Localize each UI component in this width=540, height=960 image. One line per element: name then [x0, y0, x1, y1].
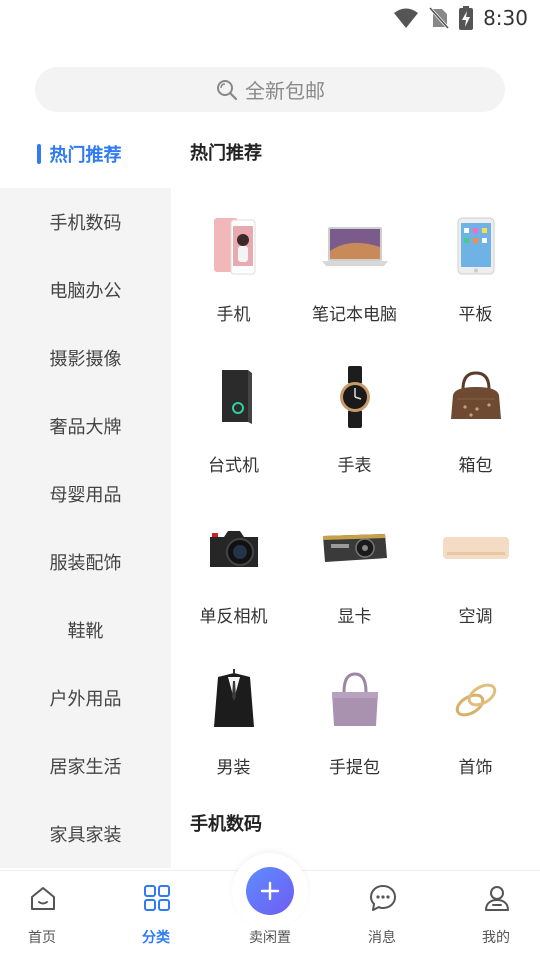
product-item[interactable]: 手机: [173, 200, 294, 340]
sidebar-item-label: 鞋靴: [67, 621, 104, 642]
product-label: 空调: [458, 607, 493, 627]
section-title: 热门推荐: [190, 143, 262, 164]
sidebar-item-label: 热门推荐: [49, 145, 122, 166]
nav-label: 分类: [142, 930, 170, 946]
product-item[interactable]: 箱包: [415, 351, 536, 491]
suit-icon: [193, 661, 274, 737]
sidebar-item-label: 家具家装: [49, 825, 122, 846]
product-item[interactable]: 笔记本电脑: [294, 200, 415, 340]
product-label: 笔记本电脑: [312, 305, 397, 325]
product-item[interactable]: 首饰: [415, 653, 536, 793]
product-label: 手表: [337, 456, 372, 476]
sidebar-item-clothing[interactable]: 服装配饰: [0, 528, 171, 596]
nav-label: 我的: [482, 930, 510, 946]
search-icon: [217, 79, 238, 100]
nav-label: 首页: [28, 930, 56, 946]
nav-label: 卖闲置: [249, 930, 291, 946]
bracelet-icon: [435, 661, 516, 737]
tablet-icon: [435, 208, 516, 284]
desktop-tower-icon: [193, 359, 274, 435]
app-screen: 8:30 全新包邮 热门推荐 手机数码 电脑办公 摄影摄像 奢品大牌 母婴用品 …: [0, 0, 540, 960]
sidebar-item-label: 奢品大牌: [49, 417, 122, 438]
search-placeholder: 全新包邮: [245, 79, 325, 103]
product-item[interactable]: 空调: [415, 502, 536, 642]
product-label: 男装: [216, 758, 251, 778]
battery-charging-icon: [459, 6, 474, 30]
sidebar-item-baby[interactable]: 母婴用品: [0, 460, 171, 528]
bottom-nav: 首页 分类 卖闲置 消息 我的: [0, 853, 540, 960]
product-item[interactable]: 手提包: [294, 653, 415, 793]
sidebar-item-shoes[interactable]: 鞋靴: [0, 596, 171, 664]
sidebar-item-hot[interactable]: 热门推荐: [0, 120, 171, 188]
product-label: 台式机: [208, 456, 259, 476]
nav-sell[interactable]: 卖闲置: [230, 881, 310, 951]
nav-category[interactable]: 分类: [116, 881, 196, 951]
sidebar-item-label: 电脑办公: [49, 281, 122, 302]
nav-home[interactable]: 首页: [2, 881, 82, 951]
product-label: 首饰: [458, 758, 493, 778]
sidebar-item-outdoor[interactable]: 户外用品: [0, 664, 171, 732]
sidebar-item-label: 服装配饰: [49, 553, 122, 574]
product-label: 手机: [216, 305, 251, 325]
status-icons: 8:30: [393, 4, 528, 32]
product-label: 手提包: [329, 758, 380, 778]
home-icon: [31, 887, 55, 910]
air-conditioner-icon: [435, 510, 516, 586]
nav-label: 消息: [368, 930, 396, 946]
sidebar-item-home-living[interactable]: 居家生活: [0, 732, 171, 800]
section-title: 手机数码: [190, 814, 262, 835]
handbag-icon: [435, 359, 516, 435]
product-item[interactable]: 单反相机: [173, 502, 294, 642]
product-item[interactable]: 显卡: [294, 502, 415, 642]
laptop-icon: [314, 208, 395, 284]
sidebar-item-luxury[interactable]: 奢品大牌: [0, 392, 171, 460]
sidebar-item-digital[interactable]: 手机数码: [0, 188, 171, 256]
phone-icon: [193, 208, 274, 284]
dslr-camera-icon: [193, 510, 274, 586]
category-sidebar: 热门推荐 手机数码 电脑办公 摄影摄像 奢品大牌 母婴用品 服装配饰 鞋靴 户外…: [0, 120, 171, 870]
category-content: 热门推荐 手机 笔记本电脑 平板 台式机 手表 箱包 单反相机 显卡 空调 男装…: [171, 120, 540, 870]
no-sim-icon: [429, 7, 450, 29]
product-label: 箱包: [458, 456, 493, 476]
nav-profile[interactable]: 我的: [456, 881, 536, 951]
profile-icon: [485, 886, 509, 911]
graphics-card-icon: [314, 510, 395, 586]
product-label: 单反相机: [199, 607, 268, 627]
status-time: 8:30: [483, 6, 528, 30]
product-label: 显卡: [337, 607, 372, 627]
search-bar[interactable]: 全新包邮: [35, 67, 505, 112]
sidebar-item-furniture[interactable]: 家具家装: [0, 800, 171, 868]
product-label: 平板: [458, 305, 493, 325]
sidebar-item-label: 摄影摄像: [49, 349, 122, 370]
product-item[interactable]: 平板: [415, 200, 536, 340]
product-item[interactable]: 男装: [173, 653, 294, 793]
sidebar-item-computer[interactable]: 电脑办公: [0, 256, 171, 324]
nav-messages[interactable]: 消息: [342, 881, 422, 951]
sidebar-item-photography[interactable]: 摄影摄像: [0, 324, 171, 392]
sidebar-item-label: 母婴用品: [49, 485, 122, 506]
status-bar: 8:30: [0, 0, 540, 36]
product-item[interactable]: 台式机: [173, 351, 294, 491]
tote-bag-icon: [314, 661, 395, 737]
sidebar-item-label: 户外用品: [49, 689, 122, 710]
message-icon: [370, 885, 396, 911]
wifi-icon: [394, 8, 419, 28]
watch-icon: [314, 359, 395, 435]
product-item[interactable]: 手表: [294, 351, 415, 491]
sidebar-item-label: 手机数码: [49, 213, 122, 234]
sidebar-item-label: 居家生活: [49, 757, 122, 778]
category-grid-icon: [144, 885, 170, 911]
